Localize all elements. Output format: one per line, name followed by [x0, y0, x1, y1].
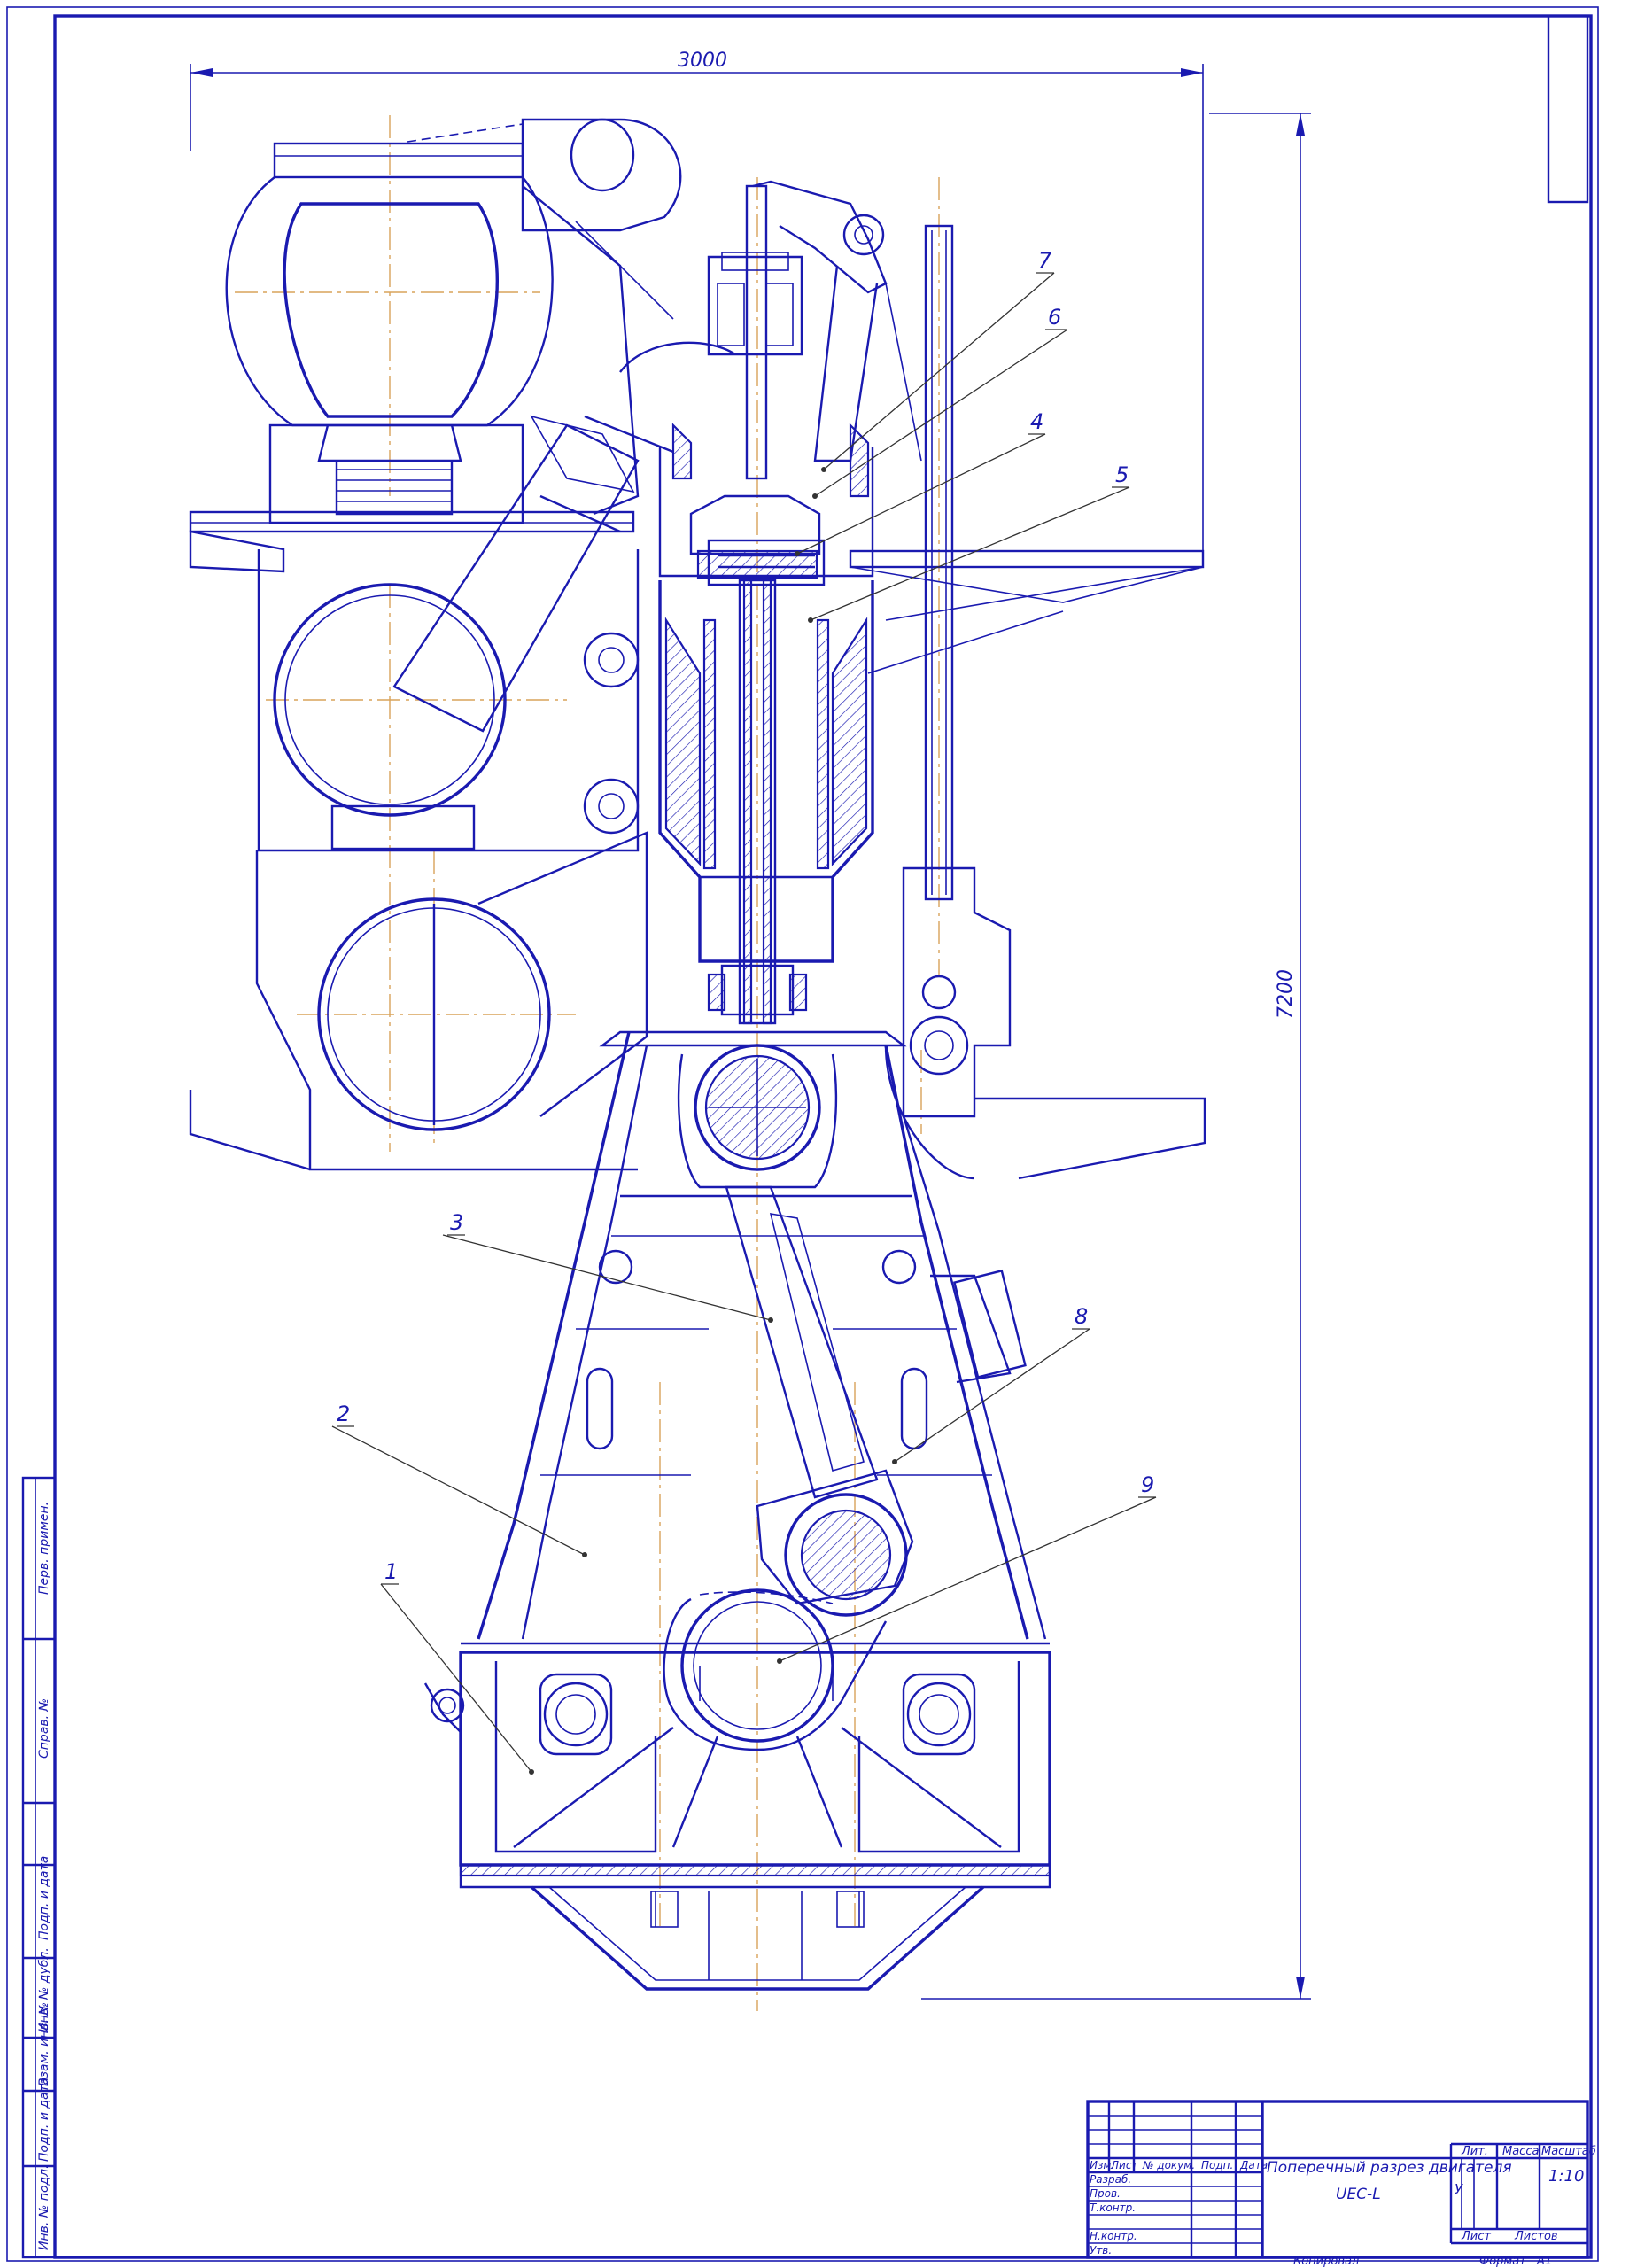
tb-role-razrab: Разраб. — [1090, 2173, 1131, 2186]
tb-sheet-label: Лист — [1461, 2230, 1491, 2243]
bedplate — [423, 1642, 1051, 1889]
callout-1: 1 — [384, 1559, 398, 1584]
stamp-label-1: Справ. № — [37, 1698, 51, 1759]
tb-copied-label: Копировал — [1293, 2255, 1359, 2268]
callout-6: 6 — [1048, 305, 1061, 330]
callout-3: 3 — [450, 1210, 463, 1235]
engine-geometry — [189, 118, 1206, 1991]
tb-lit-value: У — [1455, 2181, 1463, 2197]
tb-col-sign: Подп. — [1201, 2159, 1233, 2171]
stamp-label-0: Перв. примен. — [37, 1502, 51, 1595]
callout-2: 2 — [337, 1402, 350, 1426]
tb-mass-label: Масса — [1502, 2145, 1539, 2158]
side-stamp: Перв. примен. Справ. № Подп. и дата Инв.… — [21, 1476, 57, 2259]
tb-format-value: A1 — [1536, 2255, 1552, 2268]
callout-8: 8 — [1075, 1304, 1088, 1329]
stamp-label-6: Инв. № подл. — [37, 2164, 51, 2250]
engine-cross-section-drawing: Перв. примен. Справ. № Подп. и дата Инв.… — [6, 6, 1599, 2268]
stamp-label-5: Подп. и дата — [37, 2078, 51, 2162]
tb-role-tkontr: Т.контр. — [1090, 2202, 1136, 2214]
tb-role-prov: Пров. — [1090, 2187, 1121, 2200]
connecting-rod — [725, 1185, 914, 1617]
tb-scale-value: 1:10 — [1548, 2167, 1584, 2186]
callout-4: 4 — [1030, 409, 1043, 434]
tb-title-line1: Поперечный разрез двигателя — [1267, 2159, 1512, 2177]
callout-5: 5 — [1115, 462, 1129, 487]
stamp-label-4: Взам. инв. № — [37, 2002, 51, 2086]
crosshead — [599, 1030, 907, 1189]
dimension-height: 7200 — [921, 113, 1311, 2000]
tb-sheets-label: Листов — [1514, 2230, 1558, 2243]
callout-7: 7 — [1038, 248, 1052, 273]
tb-scale-label: Масштаб — [1541, 2145, 1596, 2158]
tb-role-nkontr: Н.контр. — [1090, 2230, 1137, 2242]
tb-role-utv: Утв. — [1090, 2244, 1112, 2256]
cylinder-head — [658, 184, 874, 579]
dimension-width-label: 3000 — [678, 50, 727, 72]
dimension-height-label: 7200 — [1275, 969, 1297, 1019]
callout-9: 9 — [1141, 1472, 1154, 1497]
stamp-label-2: Подп. и дата — [37, 1856, 51, 1940]
tb-col-date: Дата — [1239, 2159, 1268, 2171]
air-deck — [189, 510, 1205, 674]
tb-col-list: Лист — [1110, 2159, 1138, 2171]
tb-format-label: Формат — [1479, 2255, 1526, 2268]
turbocharger — [225, 118, 682, 524]
fuel-pump-unit — [884, 866, 1206, 1180]
lower-receiver — [189, 831, 648, 1171]
tb-lit-label: Лит. — [1461, 2145, 1488, 2158]
corner-stamp — [1547, 14, 1589, 204]
tb-title-line2: UEC-L — [1336, 2186, 1381, 2203]
tb-col-docnum: № докум. — [1142, 2159, 1195, 2171]
title-block: Изм. Лист № докум. Подп. Дата Разраб. Пр… — [1086, 2100, 1596, 2268]
